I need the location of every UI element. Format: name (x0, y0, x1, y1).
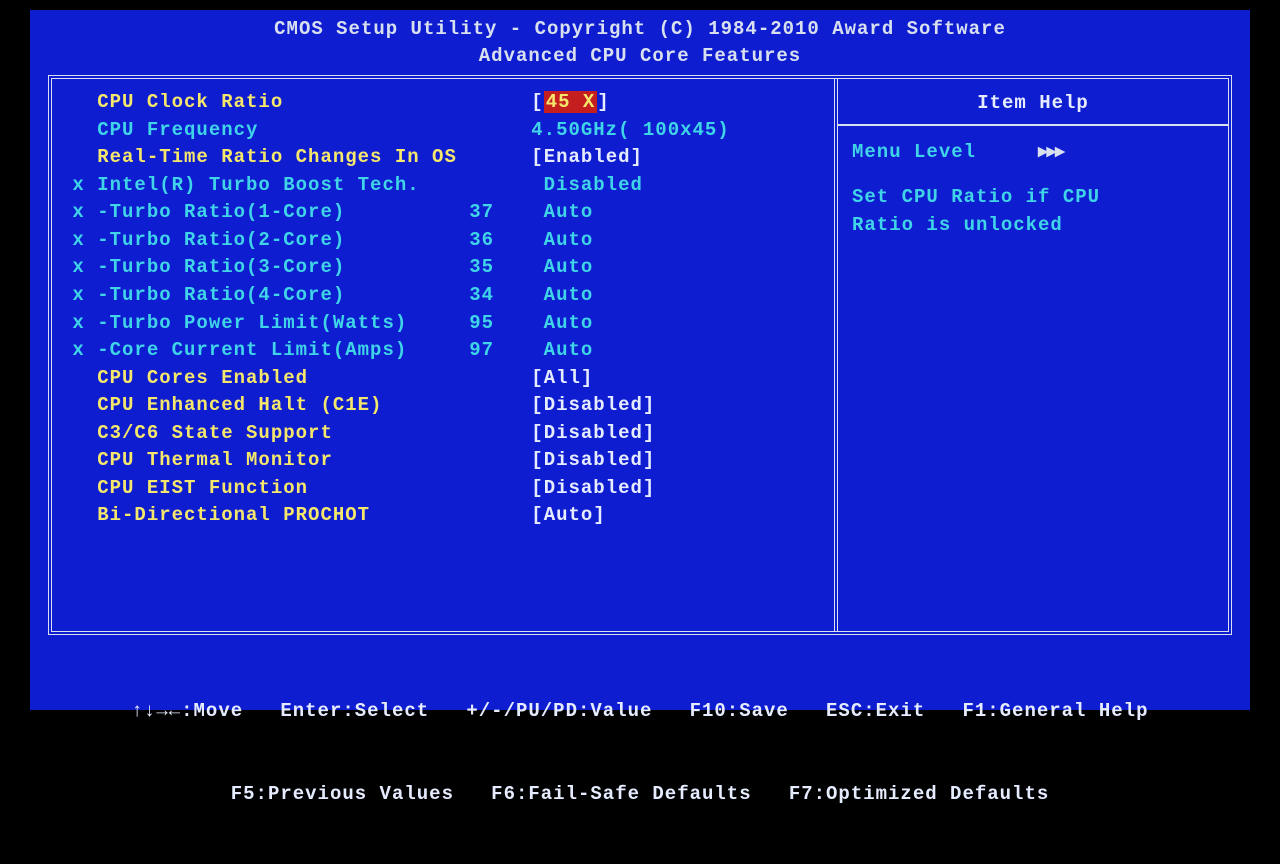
setting-label: CPU EIST Function (60, 477, 531, 499)
setting-row[interactable]: x -Turbo Ratio(2-Core) 36 Auto (60, 227, 822, 255)
setting-value[interactable]: Enabled (544, 146, 631, 168)
setting-label: Real-Time Ratio Changes In OS (60, 146, 531, 168)
settings-panel[interactable]: CPU Clock Ratio [45 X] CPU Frequency 4.5… (52, 79, 838, 631)
footer: ↑↓→←:Move Enter:Select +/-/PU/PD:Value F… (30, 643, 1250, 863)
bracket-close-icon: ] (581, 367, 593, 389)
setting-row[interactable]: CPU Enhanced Halt (C1E) [Disabled] (60, 392, 822, 420)
setting-row[interactable]: CPU EIST Function [Disabled] (60, 475, 822, 503)
setting-label: CPU Cores Enabled (60, 367, 531, 389)
bracket-close-icon: ] (643, 449, 655, 471)
bracket-close-icon: ] (643, 422, 655, 444)
help-body: Set CPU Ratio if CPU Ratio is unlocked (852, 184, 1214, 239)
setting-label: CPU Frequency 4.50GHz( 100x45) (60, 119, 730, 141)
header: CMOS Setup Utility - Copyright (C) 1984-… (30, 16, 1250, 69)
setting-value[interactable]: Disabled (544, 477, 643, 499)
setting-label: x -Turbo Ratio(4-Core) 34 Auto (60, 284, 593, 306)
bracket-close-icon: ] (631, 146, 643, 168)
setting-row[interactable]: x -Turbo Ratio(4-Core) 34 Auto (60, 282, 822, 310)
setting-label: x -Turbo Ratio(2-Core) 36 Auto (60, 229, 593, 251)
setting-label: CPU Clock Ratio (60, 91, 531, 113)
setting-row[interactable]: x Intel(R) Turbo Boost Tech. Disabled (60, 172, 822, 200)
setting-row[interactable]: CPU Thermal Monitor [Disabled] (60, 447, 822, 475)
bracket-open-icon: [ (531, 422, 543, 444)
help-panel: Item Help Menu Level ▸▸▸ Set CPU Ratio i… (838, 79, 1228, 631)
bracket-close-icon: ] (643, 394, 655, 416)
setting-label: x Intel(R) Turbo Boost Tech. Disabled (60, 174, 643, 196)
setting-label: x -Turbo Ratio(1-Core) 37 Auto (60, 201, 593, 223)
header-line2: Advanced CPU Core Features (30, 43, 1250, 70)
bios-screen: CMOS Setup Utility - Copyright (C) 1984-… (30, 10, 1250, 710)
setting-value[interactable]: 45 X (544, 91, 598, 113)
setting-row[interactable]: x -Turbo Power Limit(Watts) 95 Auto (60, 310, 822, 338)
footer-line1: ↑↓→←:Move Enter:Select +/-/PU/PD:Value F… (30, 698, 1250, 726)
setting-label: x -Turbo Ratio(3-Core) 35 Auto (60, 256, 593, 278)
bracket-close-icon: ] (643, 477, 655, 499)
menu-level-arrows-icon: ▸▸▸ (1038, 141, 1064, 163)
bracket-close-icon: ] (597, 91, 609, 113)
bracket-open-icon: [ (531, 91, 543, 113)
help-title: Item Help (852, 89, 1214, 118)
content-frame: CPU Clock Ratio [45 X] CPU Frequency 4.5… (48, 75, 1232, 635)
setting-label: Bi-Directional PROCHOT (60, 504, 531, 526)
menu-level-label: Menu Level (852, 141, 976, 163)
setting-row[interactable]: Real-Time Ratio Changes In OS [Enabled] (60, 144, 822, 172)
setting-label: CPU Thermal Monitor (60, 449, 531, 471)
bracket-open-icon: [ (531, 394, 543, 416)
bracket-open-icon: [ (531, 146, 543, 168)
setting-value[interactable]: Disabled (544, 449, 643, 471)
setting-row[interactable]: Bi-Directional PROCHOT [Auto] (60, 502, 822, 530)
setting-value[interactable]: All (544, 367, 581, 389)
setting-row: CPU Frequency 4.50GHz( 100x45) (60, 117, 822, 145)
help-divider (838, 124, 1228, 126)
setting-value[interactable]: Auto (544, 504, 594, 526)
setting-row[interactable]: CPU Clock Ratio [45 X] (60, 89, 822, 117)
setting-label: C3/C6 State Support (60, 422, 531, 444)
bracket-open-icon: [ (531, 367, 543, 389)
setting-label: x -Turbo Power Limit(Watts) 95 Auto (60, 312, 593, 334)
bracket-close-icon: ] (593, 504, 605, 526)
menu-level-row: Menu Level ▸▸▸ (852, 138, 1214, 167)
header-line1: CMOS Setup Utility - Copyright (C) 1984-… (30, 16, 1250, 43)
footer-line2: F5:Previous Values F6:Fail-Safe Defaults… (30, 781, 1250, 809)
bracket-open-icon: [ (531, 477, 543, 499)
setting-row[interactable]: x -Turbo Ratio(3-Core) 35 Auto (60, 254, 822, 282)
setting-label: x -Core Current Limit(Amps) 97 Auto (60, 339, 593, 361)
setting-label: CPU Enhanced Halt (C1E) (60, 394, 531, 416)
setting-row[interactable]: x -Turbo Ratio(1-Core) 37 Auto (60, 199, 822, 227)
setting-row[interactable]: CPU Cores Enabled [All] (60, 365, 822, 393)
bracket-open-icon: [ (531, 449, 543, 471)
setting-value[interactable]: Disabled (544, 422, 643, 444)
bracket-open-icon: [ (531, 504, 543, 526)
setting-value[interactable]: Disabled (544, 394, 643, 416)
setting-row[interactable]: x -Core Current Limit(Amps) 97 Auto (60, 337, 822, 365)
setting-row[interactable]: C3/C6 State Support [Disabled] (60, 420, 822, 448)
